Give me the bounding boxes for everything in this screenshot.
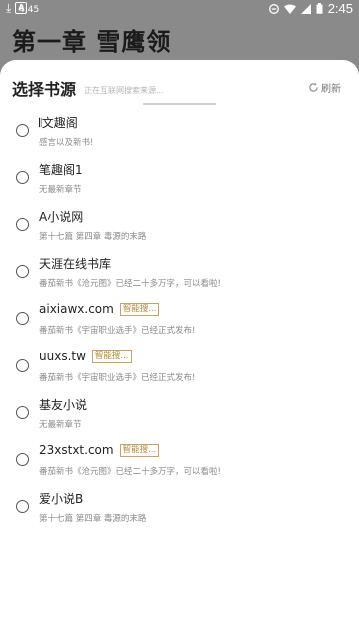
refresh-icon <box>309 82 318 92</box>
wifi-icon <box>283 4 296 14</box>
latest-chapter: 无最新章节 <box>39 420 82 430</box>
source-name: 爱小说B <box>39 492 84 506</box>
list-item[interactable]: aixiawx.com 智能搜... 番茄新书《宇宙职业选手》已经正式发布! <box>0 298 359 344</box>
latest-chapter: 番茄新书《宇宙职业选手》已经正式发布! <box>39 373 196 383</box>
list-item[interactable]: 爱小说B 第十七篇 第四章 毒源的末路 <box>0 486 359 532</box>
smart-search-badge: 智能搜... <box>119 443 160 457</box>
download-icon: ⤓ <box>6 1 12 15</box>
radio-button[interactable] <box>16 312 29 325</box>
refresh-label: 刷新 <box>321 84 341 95</box>
list-item[interactable]: 笔趣阁1 无最新章节 <box>0 157 359 203</box>
source-name: 基友小说 <box>39 398 88 412</box>
source-name: 𝄃文趣阁 <box>39 116 78 130</box>
radio-button[interactable] <box>16 500 29 513</box>
radio-button[interactable] <box>16 359 29 372</box>
refresh-button[interactable]: 刷新 <box>308 80 341 95</box>
signal-icon <box>300 3 311 14</box>
source-name: 天涯在线书库 <box>39 257 112 271</box>
radio-button[interactable] <box>16 453 29 466</box>
minus-circle-icon <box>268 3 279 14</box>
list-item[interactable]: 23xstxt.com 智能搜... 番茄新书《沧元图》已经二十多万字，可以看啦! <box>0 439 359 485</box>
smart-search-badge: 智能搜... <box>91 349 132 363</box>
sheet-title: 选择书源 <box>12 80 77 99</box>
status-bar: ⤓ A 4:45 2:45 <box>0 0 359 18</box>
latest-chapter: 第十七篇 第四章 毒源的末路 <box>39 232 147 242</box>
radio-button[interactable] <box>16 171 29 184</box>
drag-handle[interactable] <box>143 103 216 105</box>
latest-chapter: 第十七篇 第四章 毒源的末路 <box>39 514 147 524</box>
list-item[interactable]: A小说网 第十七篇 第四章 毒源的末路 <box>0 204 359 250</box>
source-name: 23xstxt.com <box>39 443 114 457</box>
latest-chapter: 番茄新书《沧元图》已经二十多万字，可以看啦! <box>39 279 221 289</box>
smart-search-badge: 智能搜... <box>119 302 160 316</box>
status-small-time: 4:45 <box>19 5 40 15</box>
radio-button[interactable] <box>16 265 29 278</box>
battery-icon <box>316 3 323 14</box>
list-item[interactable]: uuxs.tw 智能搜... 番茄新书《宇宙职业选手》已经正式发布! <box>0 345 359 391</box>
status-time: 2:45 <box>327 1 353 16</box>
search-status-hint: 正在互联网搜索来源... <box>84 86 164 95</box>
source-name: 笔趣阁1 <box>39 163 83 177</box>
source-name: aixiawx.com <box>39 302 114 316</box>
sheet-header: 选择书源 正在互联网搜索来源... <box>12 76 164 100</box>
list-item[interactable]: 天涯在线书库 番茄新书《沧元图》已经二十多万字，可以看啦! <box>0 251 359 297</box>
radio-button[interactable] <box>16 124 29 137</box>
latest-chapter: 无最新章节 <box>39 185 82 195</box>
latest-chapter: 感言以及新书! <box>39 138 94 148</box>
status-right: 2:45 <box>268 1 353 16</box>
source-name: A小说网 <box>39 210 84 224</box>
source-name: uuxs.tw <box>39 349 86 363</box>
chapter-title: 第一章 雪鹰领 <box>12 28 172 56</box>
latest-chapter: 番茄新书《沧元图》已经二十多万字，可以看啦! <box>39 467 221 477</box>
radio-button[interactable] <box>16 218 29 231</box>
source-picker-sheet: 选择书源 正在互联网搜索来源... 刷新 𝄃文趣阁 感言以及新书! 笔趣阁1 无… <box>0 60 359 638</box>
list-item[interactable]: 𝄃文趣阁 感言以及新书! <box>0 110 359 156</box>
list-item[interactable]: 基友小说 无最新章节 <box>0 392 359 438</box>
radio-button[interactable] <box>16 406 29 419</box>
latest-chapter: 番茄新书《宇宙职业选手》已经正式发布! <box>39 326 196 336</box>
